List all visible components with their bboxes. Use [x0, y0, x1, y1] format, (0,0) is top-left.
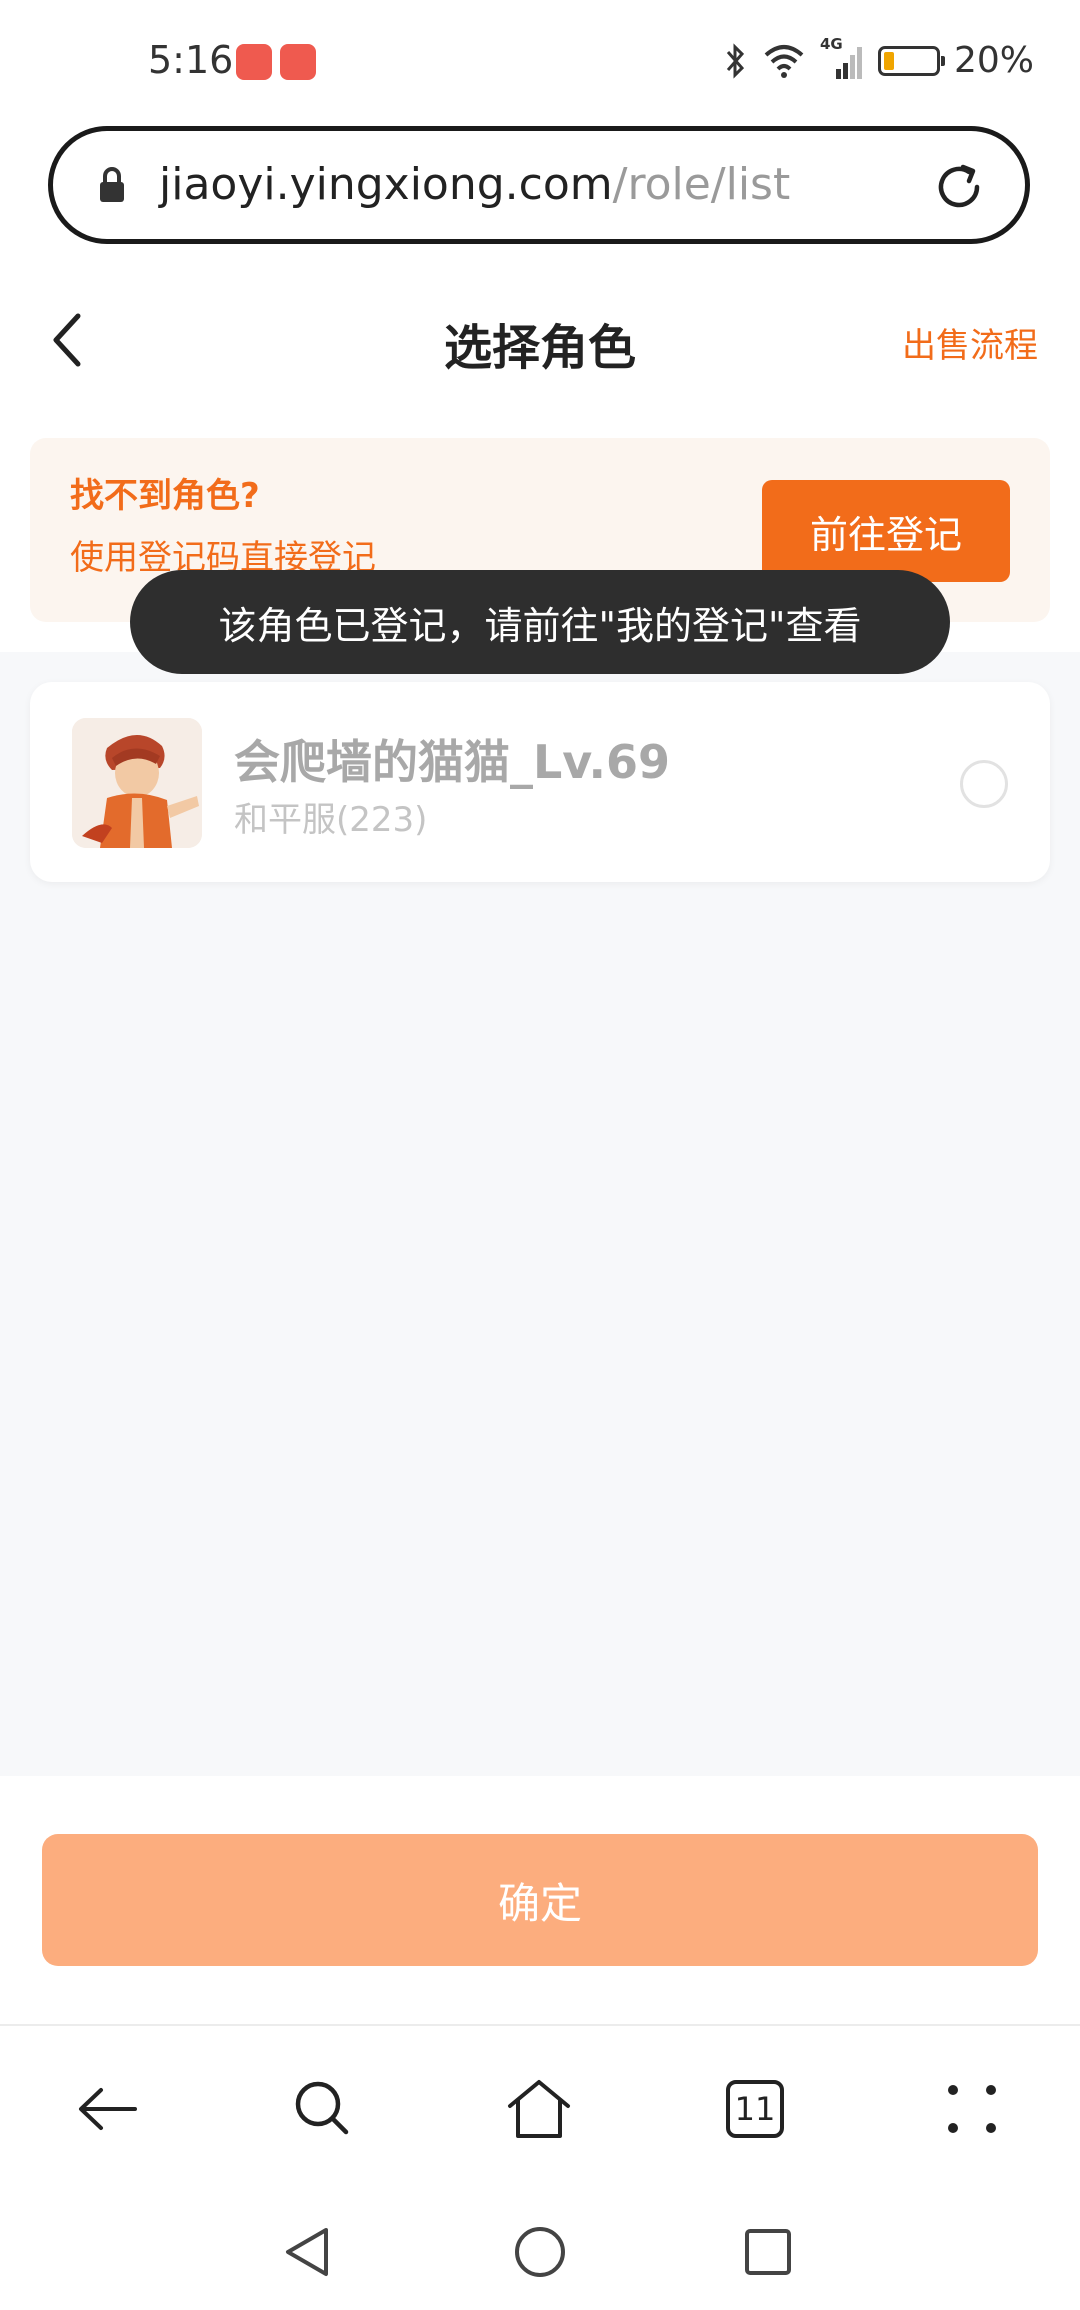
url-text[interactable]: jiaoyi.yingxiong.com/role/list: [159, 159, 790, 210]
search-icon[interactable]: [288, 2074, 358, 2144]
confirm-button[interactable]: 确定: [42, 1834, 1038, 1966]
url-domain: jiaoyi.yingxiong.com: [159, 159, 613, 210]
bluetooth-icon: [726, 42, 745, 79]
system-home-icon[interactable]: [510, 2222, 570, 2282]
go-register-button[interactable]: 前往登记: [762, 480, 1010, 582]
address-bar[interactable]: jiaoyi.yingxiong.com/role/list: [48, 126, 1030, 244]
home-icon[interactable]: [504, 2074, 574, 2144]
system-back-icon[interactable]: [278, 2222, 338, 2282]
role-avatar: [72, 718, 202, 848]
browser-toolbar: 11: [0, 2024, 1080, 2184]
reload-icon[interactable]: [929, 157, 989, 217]
huawei-appgallery-icon: [236, 44, 272, 80]
page-header: 选择角色 出售流程: [0, 270, 1080, 410]
cellular-signal-icon: 4G: [820, 35, 864, 81]
battery-icon: [877, 45, 945, 76]
role-name: 会爬墙的猫猫_Lv.69: [234, 735, 671, 789]
url-path: /role/list: [612, 159, 791, 210]
role-server: 和平服(223): [234, 800, 428, 840]
huawei-appgallery-icon: [280, 44, 316, 80]
role-card[interactable]: 会爬墙的猫猫_Lv.69 和平服(223): [30, 682, 1050, 882]
battery-percent: 20%: [953, 40, 1034, 81]
battery-fill: [883, 51, 894, 70]
toast-message: 该角色已登记，请前往"我的登记"查看: [130, 570, 950, 674]
more-menu-icon[interactable]: [937, 2074, 1007, 2144]
system-recent-apps-icon[interactable]: [738, 2222, 798, 2282]
banner-title: 找不到角色?: [70, 476, 260, 516]
wifi-icon: [764, 44, 804, 78]
lock-icon: [100, 167, 124, 202]
character-portrait-icon: [72, 718, 202, 848]
tab-count: 11: [726, 2080, 784, 2138]
role-radio[interactable]: [960, 760, 1008, 808]
system-nav-bar: [0, 2200, 1080, 2310]
tabs-button[interactable]: 11: [720, 2074, 790, 2144]
sell-process-link[interactable]: 出售流程: [902, 318, 1038, 367]
page: 5:16 4G 20% jiaoyi.yingxiong.com/role/li…: [0, 0, 1080, 2310]
status-indicators: 4G 20%: [724, 35, 1034, 81]
back-arrow-icon[interactable]: [73, 2074, 143, 2144]
status-time: 5:16: [148, 38, 234, 82]
status-bar: 5:16 4G 20%: [0, 0, 1080, 120]
